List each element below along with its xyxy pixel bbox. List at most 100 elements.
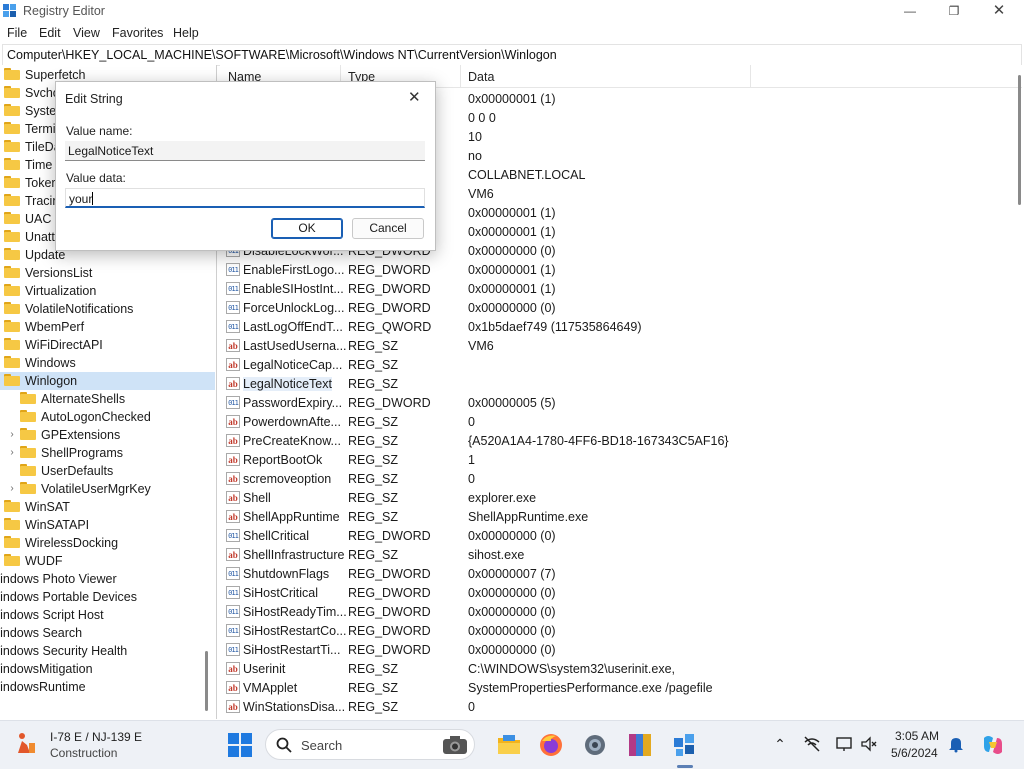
- network-disconnected-icon[interactable]: [803, 735, 821, 753]
- value-row[interactable]: 011 SiHostReadyTim... REG_DWORD 0x00000000 …: [220, 603, 1024, 622]
- value-row[interactable]: 011 PasswordExpiry... REG_DWORD 0x00000005 …: [220, 394, 1024, 413]
- tree-item[interactable]: › ShellPrograms: [0, 444, 215, 462]
- string-value-icon: ab: [226, 491, 240, 504]
- value-name: LastUsedUserna...: [243, 339, 347, 353]
- value-row[interactable]: ab LegalNoticeCap... REG_SZ: [220, 356, 1024, 375]
- value-type: REG_DWORD: [348, 396, 431, 410]
- tree-item[interactable]: AlternateShells: [0, 390, 215, 408]
- maximize-button[interactable]: ❐: [931, 0, 977, 22]
- column-divider[interactable]: [460, 65, 461, 87]
- file-explorer-icon[interactable]: [496, 732, 522, 758]
- value-row[interactable]: ab ShellAppRuntime REG_SZ ShellAppRuntime.e…: [220, 508, 1024, 527]
- value-row[interactable]: ab Shell REG_SZ explorer.exe: [220, 489, 1024, 508]
- folder-icon: [4, 284, 20, 296]
- tree-item[interactable]: UserDefaults: [0, 462, 215, 480]
- menu-file[interactable]: File: [7, 26, 27, 40]
- value-row[interactable]: ab ShellInfrastructure REG_SZ sihost.exe: [220, 546, 1024, 565]
- value-data: VM6: [468, 187, 494, 201]
- winrar-icon[interactable]: [627, 732, 653, 758]
- value-row[interactable]: ab ReportBootOk REG_SZ 1: [220, 451, 1024, 470]
- clock-time[interactable]: 3:05 AM: [895, 729, 939, 743]
- tree-item[interactable]: Vindows Script Host: [0, 606, 215, 624]
- folder-icon: [4, 518, 20, 530]
- value-data: {A520A1A4-1780-4FF6-BD18-167343C5AF16}: [468, 434, 729, 448]
- column-divider[interactable]: [750, 65, 751, 87]
- expand-chevron-icon[interactable]: ›: [6, 444, 18, 462]
- tree-item[interactable]: Windows: [0, 354, 215, 372]
- value-row[interactable]: 011 ShutdownFlags REG_DWORD 0x00000007 (7): [220, 565, 1024, 584]
- volume-muted-icon[interactable]: [860, 735, 878, 753]
- tree-item-label: WinSATAPI: [25, 518, 90, 532]
- value-row[interactable]: ab PreCreateKnow... REG_SZ {A520A1A4-1780-4…: [220, 432, 1024, 451]
- start-icon[interactable]: [227, 732, 253, 758]
- weather-title[interactable]: I-78 E / NJ-139 E: [50, 730, 142, 744]
- tree-vertical-scrollbar[interactable]: [205, 651, 208, 711]
- value-data-input[interactable]: your: [65, 188, 425, 208]
- value-row[interactable]: ab PowerdownAfte... REG_SZ 0: [220, 413, 1024, 432]
- construction-icon[interactable]: [14, 731, 38, 755]
- tree-item[interactable]: VindowsMitigation: [0, 660, 215, 678]
- value-row[interactable]: 011 ShellCritical REG_DWORD 0x00000000 (0): [220, 527, 1024, 546]
- dialog-close-button[interactable]: ✕: [408, 88, 421, 106]
- tree-item[interactable]: WiFiDirectAPI: [0, 336, 215, 354]
- tree-item[interactable]: › VolatileUserMgrKey: [0, 480, 215, 498]
- chevron-up-icon[interactable]: ⌃: [771, 735, 789, 753]
- value-row[interactable]: 011 LastLogOffEndT... REG_QWORD 0x1b5daef74…: [220, 318, 1024, 337]
- value-row[interactable]: ab WinStationsDisa... REG_SZ 0: [220, 698, 1024, 717]
- column-data-header[interactable]: Data: [468, 70, 494, 84]
- value-row[interactable]: ab scremoveoption REG_SZ 0: [220, 470, 1024, 489]
- tree-item[interactable]: WbemPerf: [0, 318, 215, 336]
- menu-view[interactable]: View: [73, 26, 100, 40]
- expand-chevron-icon[interactable]: ›: [6, 426, 18, 444]
- tree-item[interactable]: VindowsRuntime: [0, 678, 215, 696]
- value-row[interactable]: 011 EnableSIHostInt... REG_DWORD 0x00000001…: [220, 280, 1024, 299]
- value-row[interactable]: 011 SiHostCritical REG_DWORD 0x00000000 (0): [220, 584, 1024, 603]
- folder-icon: [4, 338, 20, 350]
- tree-item[interactable]: VersionsList: [0, 264, 215, 282]
- tree-item[interactable]: Virtualization: [0, 282, 215, 300]
- value-type: REG_DWORD: [348, 567, 431, 581]
- registry-editor-taskbar-icon[interactable]: [672, 732, 698, 758]
- tree-item[interactable]: VolatileNotifications: [0, 300, 215, 318]
- menu-help[interactable]: Help: [173, 26, 199, 40]
- value-row[interactable]: 011 SiHostRestartTi... REG_DWORD 0x00000000…: [220, 641, 1024, 660]
- address-bar[interactable]: Computer\HKEY_LOCAL_MACHINE\SOFTWARE\Mic…: [2, 44, 1022, 66]
- value-row[interactable]: ab LastUsedUserna... REG_SZ VM6: [220, 337, 1024, 356]
- value-row[interactable]: 011 ForceUnlockLog... REG_DWORD 0x00000000 …: [220, 299, 1024, 318]
- weather-subtitle[interactable]: Construction: [50, 746, 117, 760]
- tree-item[interactable]: Winlogon: [0, 372, 215, 390]
- value-data: 0: [468, 700, 475, 714]
- value-row[interactable]: 011 EnableFirstLogo... REG_DWORD 0x00000001…: [220, 261, 1024, 280]
- firefox-icon[interactable]: [538, 732, 564, 758]
- minimize-button[interactable]: —: [887, 0, 933, 22]
- tree-item[interactable]: AutoLogonChecked: [0, 408, 215, 426]
- expand-chevron-icon[interactable]: ›: [6, 480, 18, 498]
- menu-edit[interactable]: Edit: [39, 26, 61, 40]
- tree-item[interactable]: Vindows Security Health: [0, 642, 215, 660]
- tree-item[interactable]: › GPExtensions: [0, 426, 215, 444]
- tree-item[interactable]: WinSAT: [0, 498, 215, 516]
- value-row[interactable]: 011 SiHostRestartCo... REG_DWORD 0x00000000…: [220, 622, 1024, 641]
- list-vertical-scrollbar[interactable]: [1018, 75, 1021, 205]
- tree-item[interactable]: Vindows Search: [0, 624, 215, 642]
- value-row[interactable]: ab Userinit REG_SZ C:\WINDOWS\system32\user…: [220, 660, 1024, 679]
- cancel-button[interactable]: Cancel: [352, 218, 424, 239]
- tree-item[interactable]: WirelessDocking: [0, 534, 215, 552]
- value-row[interactable]: ab LegalNoticeText REG_SZ: [220, 375, 1024, 394]
- clock-date[interactable]: 5/6/2024: [891, 746, 938, 760]
- ok-button[interactable]: OK: [271, 218, 343, 239]
- folder-icon: [4, 212, 20, 224]
- copilot-icon[interactable]: [980, 732, 1006, 758]
- tree-item[interactable]: Vindows Portable Devices: [0, 588, 215, 606]
- display-icon[interactable]: [835, 735, 853, 753]
- tree-item[interactable]: Vindows Photo Viewer: [0, 570, 215, 588]
- taskbar-search[interactable]: Search: [265, 729, 475, 760]
- close-button[interactable]: ✕: [976, 0, 1022, 22]
- tree-item[interactable]: WinSATAPI: [0, 516, 215, 534]
- notification-bell-icon[interactable]: [947, 735, 965, 753]
- menu-favorites[interactable]: Favorites: [112, 26, 163, 40]
- settings-icon[interactable]: [582, 732, 608, 758]
- value-row[interactable]: ab VMApplet REG_SZ SystemPropertiesPerforma…: [220, 679, 1024, 698]
- folder-icon: [20, 464, 36, 476]
- tree-item[interactable]: WUDF: [0, 552, 215, 570]
